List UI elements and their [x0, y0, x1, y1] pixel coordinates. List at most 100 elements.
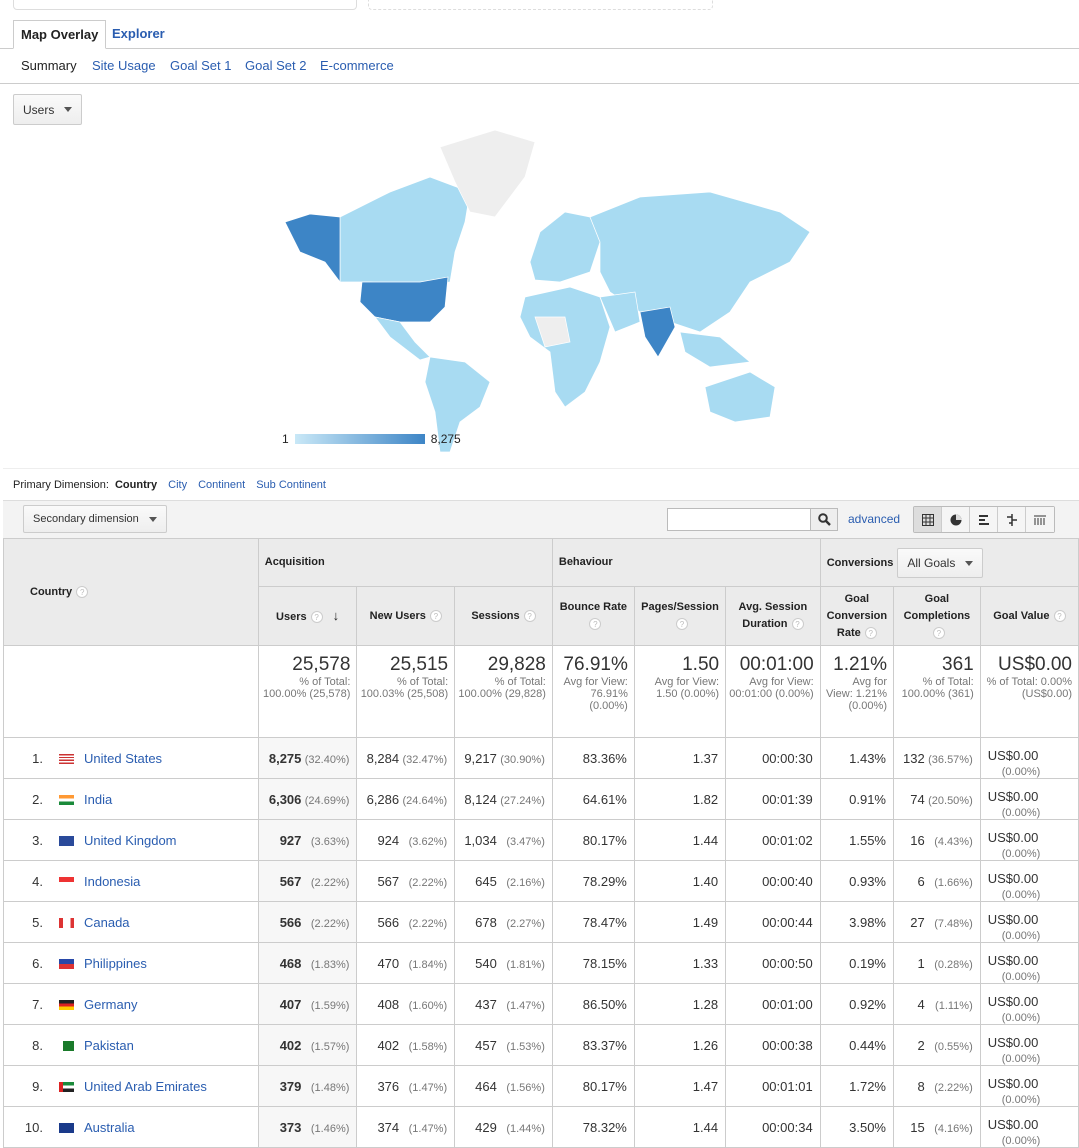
total-avg-session-duration: 00:01:00 Avg for View: 00:01:00 (0.00%) [725, 645, 821, 738]
help-icon[interactable]: ? [864, 626, 877, 639]
search-button[interactable] [810, 508, 838, 531]
conversion-rate-value: 0.19% [849, 955, 886, 971]
dimension-continent[interactable]: Continent [198, 479, 245, 491]
users-percent: (24.69%) [304, 794, 350, 807]
pages-value: 1.37 [692, 750, 719, 766]
comparison-view-button[interactable] [998, 507, 1026, 532]
help-icon[interactable]: ? [1053, 609, 1066, 622]
header-users[interactable]: Users? ↓ [257, 586, 358, 646]
metric-select[interactable]: Users [13, 94, 83, 125]
flag-ae-icon [59, 1082, 74, 1093]
help-icon[interactable]: ? [932, 626, 945, 639]
cell-country: 6. Philippines [3, 942, 259, 984]
pie-view-button[interactable] [942, 507, 970, 532]
tab-explorer[interactable]: Explorer [105, 20, 172, 49]
goal-value-percent: (0.00%) [1001, 889, 1041, 901]
users-value: 373 [279, 1119, 302, 1135]
goal-completions-value: 6 [917, 873, 925, 889]
help-icon[interactable]: ? [675, 618, 688, 631]
cell-sessions: 1,034 (3.47%) [454, 819, 553, 861]
advanced-filter-link[interactable]: advanced [848, 512, 900, 526]
new-users-percent: (32.47%) [402, 753, 448, 766]
goal-completions-percent: (7.48%) [934, 917, 973, 930]
sort-descending-icon[interactable]: ↓ [333, 608, 340, 623]
table-view-button[interactable] [914, 507, 942, 532]
country-link[interactable]: Indonesia [84, 874, 140, 889]
header-goal-value[interactable]: Goal Value? [979, 586, 1079, 646]
table-search-input[interactable] [667, 508, 811, 531]
help-icon[interactable]: ? [310, 610, 323, 623]
header-country[interactable]: Country? [3, 538, 259, 646]
sessions-percent: (3.47%) [506, 835, 545, 848]
country-link[interactable]: United Kingdom [84, 833, 177, 848]
help-icon[interactable]: ? [589, 618, 602, 631]
dimension-city[interactable]: City [168, 479, 187, 491]
help-icon[interactable]: ? [791, 618, 804, 631]
top-panel-right [368, 0, 713, 10]
total-note: % of Total: 0.00% (US$0.00) [986, 676, 1072, 700]
bounce-rate-value: 78.29% [582, 873, 627, 889]
goal-value: US$0.00 [987, 748, 1039, 763]
table-row: 8. Pakistan 402 (1.57%) 402 (1.58%) 457 (1.53%)… [3, 1024, 1079, 1066]
total-bounce-rate: 76.91% Avg for View: 76.91% (0.00%) [551, 645, 635, 738]
help-icon[interactable]: ? [429, 609, 442, 622]
goals-select[interactable]: All Goals [897, 548, 984, 578]
goal-value-percent: (0.00%) [1001, 1135, 1041, 1147]
subtab-ecommerce[interactable]: E-commerce [320, 58, 394, 73]
header-pages-per-session[interactable]: Pages/Session? [633, 586, 727, 646]
country-link[interactable]: United States [84, 751, 162, 766]
country-link[interactable]: Philippines [84, 956, 147, 971]
header-new-users[interactable]: New Users? [356, 586, 456, 646]
help-icon[interactable]: ? [76, 586, 89, 599]
cell-country: 7. Germany [3, 983, 259, 1025]
country-link[interactable]: India [84, 792, 112, 807]
goal-value: US$0.00 [987, 830, 1039, 845]
pivot-view-button[interactable] [1026, 507, 1054, 532]
map-se-asia [679, 331, 751, 368]
map-india [639, 306, 676, 358]
cell-country: 3. United Kingdom [3, 819, 259, 861]
world-map[interactable] [280, 122, 815, 462]
cell-bounce-rate: 64.61% [551, 778, 635, 820]
subtab-summary[interactable]: Summary [21, 58, 77, 73]
cell-goal-conversion-rate: 0.19% [819, 942, 895, 984]
dimension-country[interactable]: Country [115, 479, 157, 491]
header-goal-completions[interactable]: Goal Completions? [893, 586, 981, 646]
secondary-dimension-select[interactable]: Secondary dimension [23, 505, 167, 533]
goal-completions-percent: (0.55%) [934, 1040, 973, 1053]
tab-map-overlay[interactable]: Map Overlay [13, 20, 107, 49]
view-tabs: Map Overlay Explorer [0, 20, 1079, 49]
row-number: 6. [32, 955, 43, 971]
goal-value: US$0.00 [987, 1035, 1039, 1050]
performance-view-button[interactable] [970, 507, 998, 532]
country-link[interactable]: Australia [84, 1120, 135, 1135]
subtab-goal-set-2[interactable]: Goal Set 2 [245, 58, 306, 73]
subtab-goal-set-1[interactable]: Goal Set 1 [170, 58, 231, 73]
cell-goal-conversion-rate: 1.43% [819, 737, 895, 779]
cell-goal-completions: 74 (20.50%) [893, 778, 981, 820]
header-avg-session-duration[interactable]: Avg. Session Duration? [725, 586, 821, 646]
cell-country: 5. Canada [3, 901, 259, 943]
country-link[interactable]: Pakistan [84, 1038, 134, 1053]
header-sessions[interactable]: Sessions? [454, 586, 553, 646]
goal-value-percent: (0.00%) [1001, 930, 1041, 942]
table-row: 7. Germany 407 (1.59%) 408 (1.60%) 437 (1.47%) 8… [3, 983, 1079, 1025]
caret-down-icon [148, 516, 157, 522]
cell-goal-conversion-rate: 1.55% [819, 819, 895, 861]
header-goal-conversion-rate[interactable]: Goal Conversion Rate? [819, 586, 895, 646]
sessions-percent: (2.27%) [506, 917, 545, 930]
dimension-sub-continent[interactable]: Sub Continent [256, 479, 326, 491]
help-icon[interactable]: ? [523, 609, 536, 622]
country-link[interactable]: Germany [84, 997, 137, 1012]
table-row: 2. India 6,306 (24.69%) 6,286 (24.64%) 8,124 (2… [3, 778, 1079, 820]
country-link[interactable]: Canada [84, 915, 130, 930]
header-bounce-rate[interactable]: Bounce Rate? [551, 586, 635, 646]
sessions-value: 540 [475, 955, 497, 971]
cell-goal-value: US$0.00 (0.00%) [979, 901, 1079, 943]
subtab-site-usage[interactable]: Site Usage [92, 58, 156, 73]
top-panel-left [13, 0, 357, 10]
cell-goal-conversion-rate: 1.72% [819, 1065, 895, 1107]
cell-pages-per-session: 1.26 [633, 1024, 727, 1066]
new-users-value: 470 [377, 955, 400, 971]
cell-sessions: 429 (1.44%) [454, 1106, 553, 1148]
